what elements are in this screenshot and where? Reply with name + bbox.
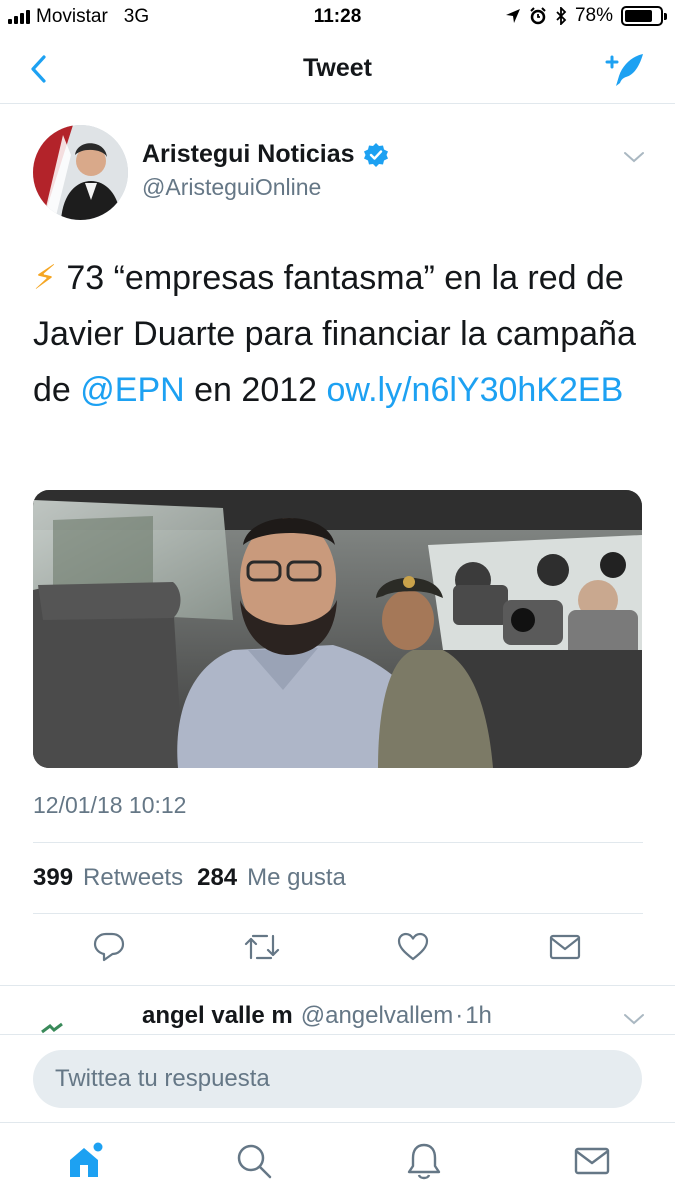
author-name-row[interactable]: Aristegui Noticias xyxy=(142,140,389,169)
lightning-emoji: ⚡ xyxy=(33,259,57,297)
page-title: Tweet xyxy=(303,54,372,82)
battery-icon xyxy=(621,6,667,26)
url-link[interactable]: ow.ly/n6lY30hK2EB xyxy=(327,371,624,409)
compose-tweet-icon[interactable] xyxy=(603,50,647,90)
tweet-actions xyxy=(0,930,675,970)
tab-bar xyxy=(0,1122,675,1200)
messages-icon[interactable] xyxy=(572,1141,612,1181)
likes-label[interactable]: Me gusta xyxy=(247,864,346,892)
tweet-timestamp: 12/01/18 10:12 xyxy=(33,792,187,818)
navigation-bar: Tweet xyxy=(0,34,675,104)
reply-input[interactable] xyxy=(33,1050,642,1108)
divider xyxy=(33,913,643,914)
chevron-down-icon[interactable] xyxy=(623,150,645,164)
tweet-stats: 399 Retweets 284 Me gusta xyxy=(33,864,350,892)
battery-percent: 78% xyxy=(574,5,613,26)
mention-link[interactable]: @EPN xyxy=(80,371,184,409)
reply-avatar[interactable] xyxy=(40,1022,64,1034)
retweets-count[interactable]: 399 xyxy=(33,864,73,892)
chevron-down-icon[interactable] xyxy=(623,1012,645,1026)
retweet-icon[interactable] xyxy=(243,930,281,964)
divider xyxy=(33,842,643,843)
location-arrow-icon xyxy=(505,9,520,23)
like-heart-icon[interactable] xyxy=(396,930,430,964)
home-icon[interactable] xyxy=(66,1141,106,1181)
reply-author-handle[interactable]: @angelvallem xyxy=(301,1002,453,1030)
search-icon[interactable] xyxy=(234,1141,274,1181)
author-avatar[interactable] xyxy=(33,125,128,220)
bluetooth-icon xyxy=(556,7,567,25)
status-bar: Movistar 3G 11:28 78% xyxy=(0,0,675,34)
status-right: 78% xyxy=(505,5,667,27)
tweet-photo[interactable] xyxy=(33,490,642,768)
notifications-bell-icon[interactable] xyxy=(404,1141,444,1181)
author-handle[interactable]: @AristeguiOnline xyxy=(142,174,321,201)
verified-badge-icon xyxy=(363,142,388,167)
tweet-text: ⚡ 73 “empresas fantasma” en la red de Ja… xyxy=(33,250,643,418)
divider xyxy=(0,985,675,986)
author-name[interactable]: Aristegui Noticias xyxy=(142,140,355,169)
tweet-text-part2: en 2012 xyxy=(184,371,327,409)
likes-count[interactable]: 284 xyxy=(197,864,237,892)
retweets-label[interactable]: Retweets xyxy=(83,864,183,892)
reply-separator: · xyxy=(455,1002,464,1029)
reply-icon[interactable] xyxy=(92,930,126,964)
reply-header[interactable]: angel valle m @angelvallem · 1h xyxy=(142,1002,492,1030)
direct-message-icon[interactable] xyxy=(548,930,582,964)
reply-author-name[interactable]: angel valle m xyxy=(142,1002,293,1030)
reply-composer xyxy=(0,1034,675,1122)
reply-time: 1h xyxy=(465,1002,492,1029)
alarm-clock-icon xyxy=(530,7,546,25)
